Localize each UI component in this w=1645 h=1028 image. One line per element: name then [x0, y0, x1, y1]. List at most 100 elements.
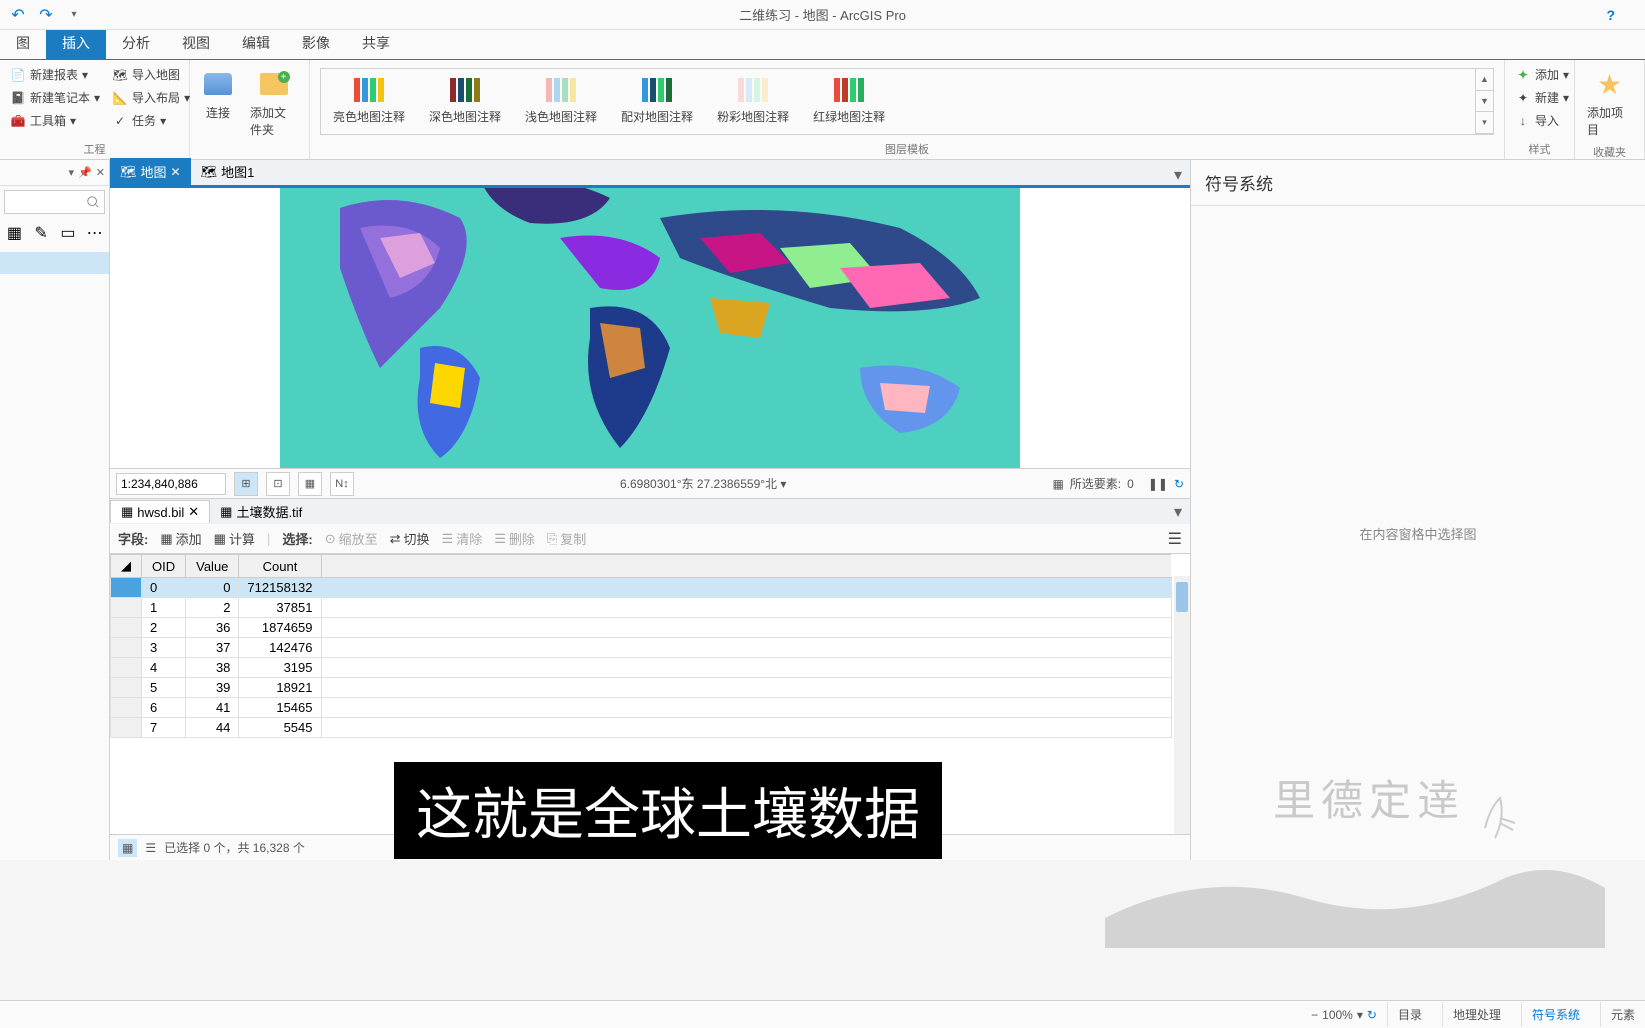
- style-new-button[interactable]: ✦新建 ▾: [1511, 87, 1573, 108]
- refresh-icon[interactable]: ↻: [1174, 477, 1184, 491]
- fields-label: 字段:: [118, 529, 148, 548]
- template-light[interactable]: 浅色地图注释: [525, 78, 597, 125]
- ribbon-tab-insert[interactable]: 插入: [46, 27, 106, 59]
- copy-button[interactable]: ⎘ 复制: [547, 529, 586, 548]
- ribbon-tab-view[interactable]: 视图: [166, 27, 226, 59]
- ribbon-group-templates: 亮色地图注释 深色地图注释 浅色地图注释 配对地图注释 粉彩地图注释 红绿地图注…: [310, 60, 1505, 159]
- group-label-project: 工程: [6, 139, 183, 159]
- map-viewport[interactable]: ✋: [110, 188, 1190, 468]
- bottom-tab-catalog[interactable]: 目录: [1387, 1002, 1432, 1027]
- symbology-title: 符号系统: [1191, 160, 1645, 206]
- ribbon-tab-edit[interactable]: 编辑: [226, 27, 286, 59]
- clear-button[interactable]: ☰ 清除: [442, 529, 483, 548]
- ribbon-tab-imagery[interactable]: 影像: [286, 27, 346, 59]
- close-tab-icon[interactable]: ✕: [171, 165, 181, 179]
- table-menu-icon[interactable]: ☰: [1168, 529, 1182, 549]
- delete-button[interactable]: ☰ 删除: [494, 529, 535, 548]
- table-tab-hwsd[interactable]: ▦ hwsd.bil ✕: [110, 500, 210, 523]
- add-folder-button[interactable]: 添加文件夹: [244, 64, 303, 142]
- switch-button[interactable]: ⇄ 切换: [390, 529, 430, 548]
- footer-status: 已选择 0 个，共 16,328 个: [164, 839, 305, 856]
- contents-panel: ▾ 📌 ✕ ▦ ✎ ▭ ⋯: [0, 160, 110, 860]
- map-tab-active[interactable]: 🗺 地图 ✕: [110, 158, 191, 185]
- selection-icon[interactable]: ▦: [1052, 477, 1063, 491]
- selected-layer[interactable]: [0, 252, 109, 274]
- connect-button[interactable]: 连接: [196, 64, 240, 125]
- constraint-icon[interactable]: ⊞: [234, 472, 258, 496]
- add-favorite-button[interactable]: ★添加项目: [1581, 64, 1638, 142]
- table-row[interactable]: 2361874659: [111, 618, 1172, 638]
- style-import-button[interactable]: ↓导入: [1511, 110, 1573, 131]
- row-header-corner[interactable]: ◢: [111, 555, 142, 578]
- template-redgreen[interactable]: 红绿地图注释: [813, 78, 885, 125]
- gallery-scroll[interactable]: ▲▼▾: [1475, 69, 1493, 134]
- more-icon[interactable]: ⋯: [84, 222, 105, 244]
- template-pastel[interactable]: 粉彩地图注释: [717, 78, 789, 125]
- template-dark[interactable]: 深色地图注释: [429, 78, 501, 125]
- new-notebook-button[interactable]: 📓新建笔记本 ▾: [6, 87, 104, 108]
- close-icon[interactable]: ✕: [96, 166, 105, 179]
- tab-options-icon[interactable]: ▾: [1166, 165, 1190, 185]
- world-map: [280, 188, 1020, 468]
- tasks-button[interactable]: ✓任务 ▾: [108, 110, 194, 131]
- map-tab-1[interactable]: 🗺 地图1: [191, 158, 265, 185]
- ribbon-tab-analysis[interactable]: 分析: [106, 27, 166, 59]
- add-field-button[interactable]: ▦ 添加: [160, 529, 201, 548]
- table-row[interactable]: 1237851: [111, 598, 1172, 618]
- selection-count: ▦ 所选要素: 0 ❚❚ ↻: [1052, 475, 1184, 492]
- zoom-dropdown-icon[interactable]: ▾: [1357, 1008, 1363, 1022]
- col-oid[interactable]: OID: [142, 555, 186, 578]
- table-row[interactable]: 7445545: [111, 718, 1172, 738]
- col-value[interactable]: Value: [186, 555, 239, 578]
- ribbon-group-favorites: ★添加项目 收藏夹: [1575, 60, 1645, 159]
- show-selected-icon[interactable]: ☰: [145, 841, 156, 855]
- table-row[interactable]: 00712158132: [111, 578, 1172, 598]
- dropdown-icon[interactable]: ▾: [69, 166, 75, 179]
- help-button[interactable]: ?: [1606, 7, 1615, 23]
- qat-dropdown-icon[interactable]: ▾: [64, 5, 84, 25]
- table-row[interactable]: 64115465: [111, 698, 1172, 718]
- calculate-button[interactable]: ▦ 计算: [214, 529, 255, 548]
- snapping-icon[interactable]: ⊡: [266, 472, 290, 496]
- table-row[interactable]: 4383195: [111, 658, 1172, 678]
- table-row[interactable]: 53918921: [111, 678, 1172, 698]
- title-bar: ↶ ↷ ▾ 二维练习 - 地图 - ArcGIS Pro ?: [0, 0, 1645, 30]
- center-area: 🗺 地图 ✕ 🗺 地图1 ▾: [110, 160, 1190, 860]
- redo-icon[interactable]: ↷: [36, 5, 56, 25]
- table-tab-soil[interactable]: ▦ 土壤数据.tif: [210, 499, 312, 524]
- bottom-tab-symbology[interactable]: 符号系统: [1521, 1002, 1590, 1027]
- list-by-selection-icon[interactable]: ▭: [58, 222, 79, 244]
- undo-icon[interactable]: ↶: [8, 5, 28, 25]
- template-paired[interactable]: 配对地图注释: [621, 78, 693, 125]
- coords-dropdown-icon[interactable]: ▾: [780, 477, 786, 491]
- pin-icon[interactable]: 📌: [78, 166, 92, 179]
- new-report-button[interactable]: 📄新建报表 ▾: [6, 64, 104, 85]
- template-bright[interactable]: 亮色地图注释: [333, 78, 405, 125]
- zoom-out-icon[interactable]: −: [1311, 1008, 1318, 1022]
- close-icon[interactable]: ✕: [188, 504, 199, 520]
- search-input[interactable]: [4, 190, 105, 214]
- table-row[interactable]: 337142476: [111, 638, 1172, 658]
- symbology-panel: 符号系统 在内容窗格中选择图: [1190, 160, 1645, 860]
- zoom-refresh-icon[interactable]: ↻: [1367, 1008, 1377, 1022]
- scale-input[interactable]: [116, 473, 226, 495]
- list-by-source-icon[interactable]: ✎: [31, 222, 52, 244]
- style-add-button[interactable]: ✦添加 ▾: [1511, 64, 1573, 85]
- bottom-tab-geoprocessing[interactable]: 地理处理: [1442, 1002, 1511, 1027]
- ribbon-tabs: 图 插入 分析 视图 编辑 影像 共享: [0, 30, 1645, 60]
- col-count[interactable]: Count: [239, 555, 321, 578]
- pause-icon[interactable]: ❚❚: [1148, 477, 1168, 491]
- table-tab-options-icon[interactable]: ▾: [1166, 502, 1190, 522]
- ribbon-tab-map[interactable]: 图: [0, 27, 46, 59]
- bottom-tab-element[interactable]: 元素: [1600, 1002, 1645, 1027]
- grid-icon[interactable]: ▦: [298, 472, 322, 496]
- zoom-to-button[interactable]: ⊙ 缩放至: [325, 529, 378, 548]
- dynamic-icon[interactable]: N↕: [330, 472, 354, 496]
- toolbox-button[interactable]: 🧰工具箱 ▾: [6, 110, 104, 131]
- import-map-button[interactable]: 🗺导入地图: [108, 64, 194, 85]
- import-layout-button[interactable]: 📐导入布局 ▾: [108, 87, 194, 108]
- table-scrollbar[interactable]: [1174, 576, 1190, 834]
- show-all-icon[interactable]: ▦: [118, 839, 137, 857]
- list-by-drawing-icon[interactable]: ▦: [4, 222, 25, 244]
- ribbon-tab-share[interactable]: 共享: [346, 27, 406, 59]
